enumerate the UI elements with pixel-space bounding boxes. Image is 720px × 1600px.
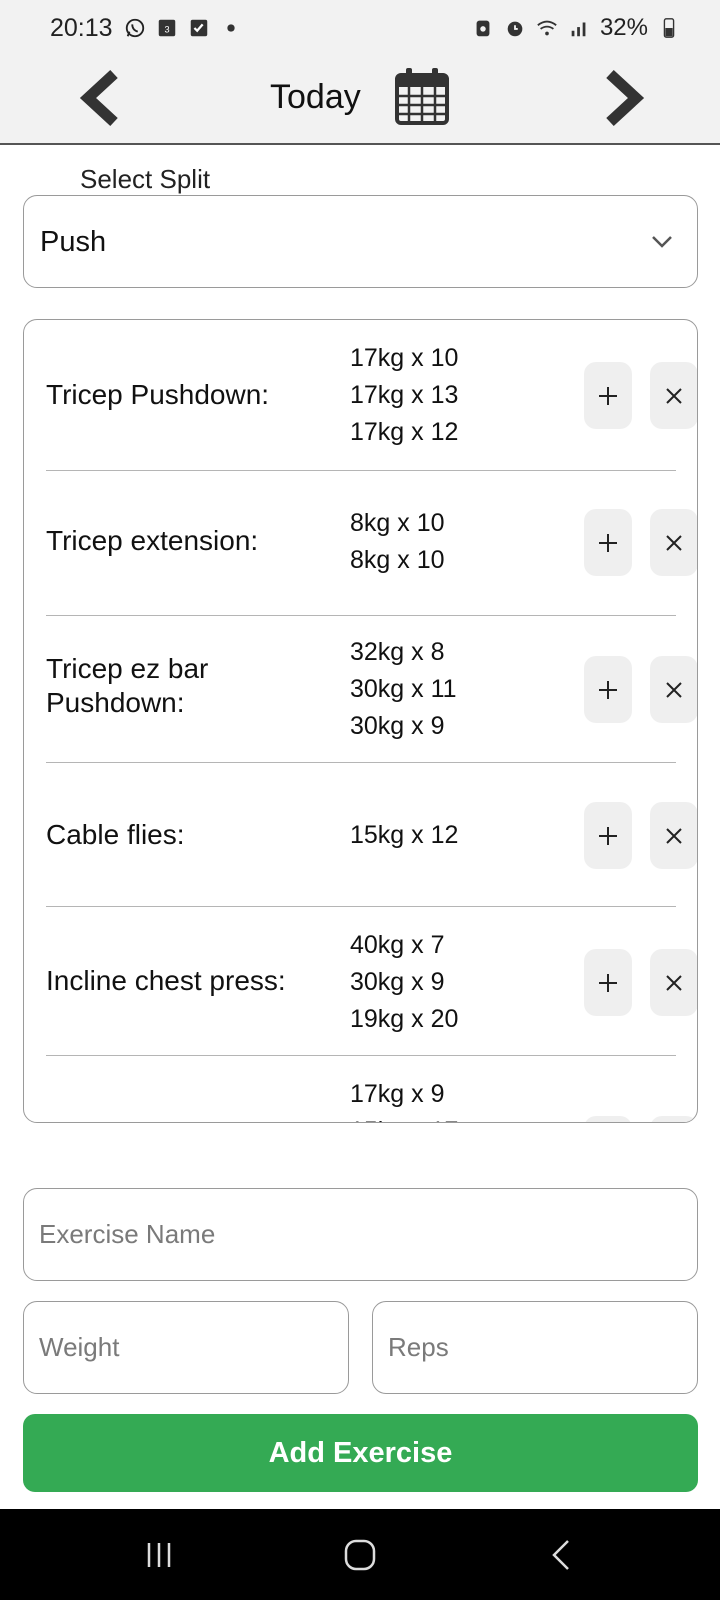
add-set-button[interactable] bbox=[584, 656, 632, 723]
battery-percent: 32% bbox=[599, 14, 648, 41]
wifi-icon bbox=[537, 20, 557, 36]
set-entry: 40kg x 7 bbox=[350, 931, 445, 959]
alarm-icon bbox=[507, 21, 523, 37]
delete-exercise-button[interactable] bbox=[650, 802, 697, 869]
close-icon bbox=[666, 681, 682, 698]
status-right: 32% bbox=[472, 14, 680, 42]
exercise-name: Incline chest press: bbox=[46, 965, 286, 996]
split-select[interactable] bbox=[23, 195, 698, 288]
close-icon bbox=[666, 827, 682, 844]
battery-saver-icon bbox=[476, 20, 490, 37]
chevron-left-icon[interactable] bbox=[72, 66, 132, 130]
add-set-button[interactable] bbox=[584, 802, 632, 869]
set-entry: 8kg x 10 bbox=[350, 546, 445, 574]
battery-icon bbox=[663, 18, 675, 38]
list-item: Incline chest press: 40kg x 7 30kg x 9 1… bbox=[46, 907, 697, 1056]
set-entry: 30kg x 9 bbox=[350, 968, 445, 996]
plus-icon bbox=[599, 826, 617, 845]
list-item: Tricep extension: 8kg x 10 8kg x 10 bbox=[46, 471, 697, 616]
add-set-button[interactable] bbox=[584, 362, 632, 429]
exercise-sets: 17kg x 9 15kg x 17 bbox=[350, 1076, 458, 1122]
whatsapp-icon bbox=[125, 18, 145, 38]
set-entry: 17kg x 12 bbox=[350, 418, 459, 446]
chevron-down-icon[interactable] bbox=[650, 232, 674, 252]
reps-input[interactable] bbox=[372, 1301, 698, 1394]
set-entry: 30kg x 9 bbox=[350, 712, 445, 740]
calendar-icon[interactable] bbox=[394, 66, 450, 126]
split-select-label: Select Split bbox=[64, 164, 227, 195]
exercise-list[interactable]: Tricep Pushdown: 17kg x 10 17kg x 13 17k… bbox=[23, 319, 698, 1123]
status-time: 20:13 bbox=[50, 14, 113, 42]
delete-exercise-button[interactable] bbox=[650, 949, 697, 1016]
plus-icon bbox=[599, 973, 617, 992]
delete-exercise-button[interactable] bbox=[650, 362, 697, 429]
weight-input[interactable] bbox=[23, 1301, 349, 1394]
split-select-value[interactable]: Push bbox=[40, 226, 106, 259]
set-entry: 17kg x 9 bbox=[350, 1080, 445, 1108]
exercise-sets: 8kg x 10 8kg x 10 bbox=[350, 505, 445, 579]
list-item: 17kg x 9 15kg x 17 bbox=[46, 1056, 697, 1122]
set-entry: 8kg x 10 bbox=[350, 509, 445, 537]
plus-icon bbox=[599, 386, 617, 405]
page-title: Today bbox=[270, 78, 361, 116]
exercise-sets: 17kg x 10 17kg x 13 17kg x 12 bbox=[350, 340, 458, 451]
exercise-name: Tricep ez bar Pushdown: bbox=[46, 653, 209, 718]
close-icon bbox=[666, 974, 682, 991]
set-entry: 17kg x 10 bbox=[350, 344, 459, 372]
set-entry: 17kg x 13 bbox=[350, 381, 459, 409]
set-entry: 19kg x 20 bbox=[350, 1005, 459, 1033]
calendar-badge-icon: 3 bbox=[158, 19, 176, 37]
list-item: Cable flies: 15kg x 12 bbox=[46, 763, 697, 907]
delete-exercise-button[interactable] bbox=[650, 656, 697, 723]
close-icon bbox=[666, 534, 682, 551]
back-icon[interactable] bbox=[540, 1533, 584, 1577]
plus-icon bbox=[599, 680, 617, 699]
add-set-button[interactable] bbox=[584, 1116, 632, 1122]
list-item: Tricep ez bar Pushdown: 32kg x 8 30kg x … bbox=[46, 616, 697, 763]
set-entry: 15kg x 17 bbox=[350, 1113, 458, 1122]
status-left-icons: 3 bbox=[124, 17, 242, 39]
set-entry: 15kg x 12 bbox=[350, 821, 459, 849]
exercise-name-input[interactable] bbox=[23, 1188, 698, 1281]
exercise-sets: 15kg x 12 bbox=[350, 817, 458, 854]
plus-icon bbox=[599, 533, 617, 552]
list-item: Tricep Pushdown: 17kg x 10 17kg x 13 17k… bbox=[46, 320, 697, 471]
add-exercise-button[interactable]: Add Exercise bbox=[23, 1414, 698, 1492]
dot-icon bbox=[227, 24, 235, 32]
exercise-sets: 32kg x 8 30kg x 11 30kg x 9 bbox=[350, 634, 457, 745]
delete-exercise-button[interactable] bbox=[650, 509, 697, 576]
checkbox-icon bbox=[190, 19, 208, 37]
home-icon[interactable] bbox=[338, 1533, 382, 1577]
add-set-button[interactable] bbox=[584, 509, 632, 576]
status-bar: 20:13 3 32% bbox=[0, 0, 720, 58]
add-set-button[interactable] bbox=[584, 949, 632, 1016]
exercise-sets: 40kg x 7 30kg x 9 19kg x 20 bbox=[350, 927, 458, 1038]
recent-apps-icon[interactable] bbox=[137, 1533, 181, 1577]
exercise-name: Cable flies: bbox=[46, 819, 185, 850]
exercise-name: Tricep Pushdown: bbox=[46, 379, 270, 410]
chevron-right-icon[interactable] bbox=[592, 66, 652, 130]
exercise-name: Tricep extension: bbox=[46, 525, 259, 556]
signal-icon bbox=[571, 22, 586, 37]
set-entry: 30kg x 11 bbox=[350, 675, 457, 703]
system-nav-bar bbox=[0, 1509, 720, 1600]
date-header: Today bbox=[0, 58, 720, 145]
set-entry: 32kg x 8 bbox=[350, 638, 445, 666]
close-icon bbox=[666, 387, 682, 404]
delete-exercise-button[interactable] bbox=[650, 1116, 697, 1122]
svg-text:3: 3 bbox=[164, 25, 169, 35]
